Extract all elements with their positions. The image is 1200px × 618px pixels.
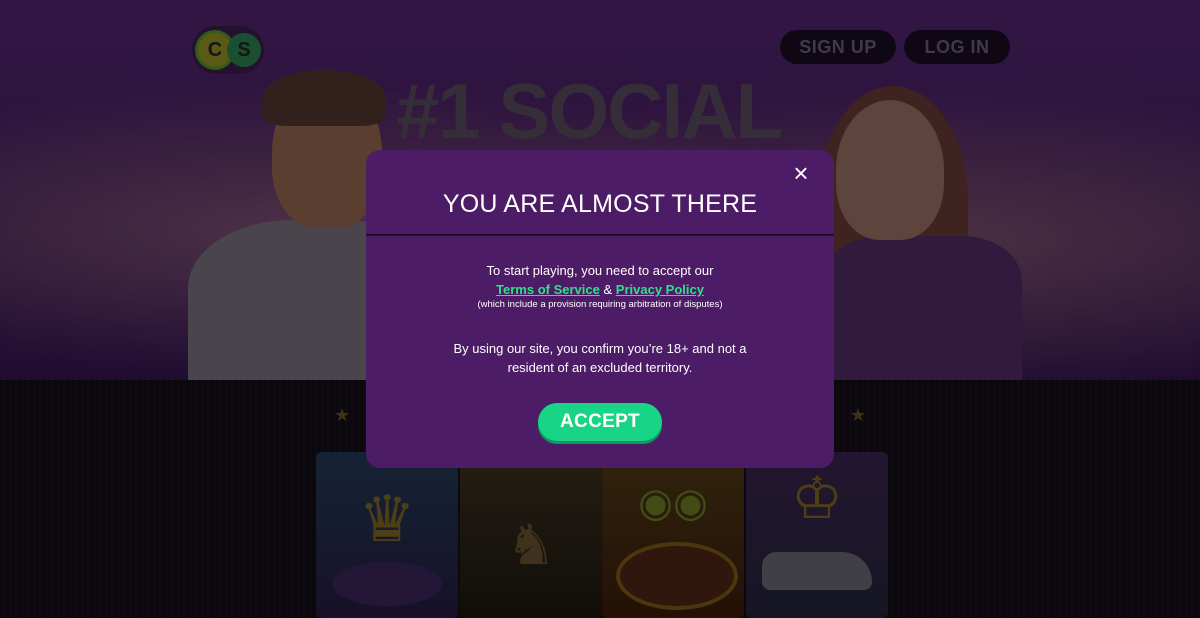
- modal-divider: [366, 234, 834, 236]
- privacy-policy-link[interactable]: Privacy Policy: [616, 282, 704, 297]
- ampersand-text: &: [603, 282, 613, 297]
- age-confirmation-text: By using our site, you confirm you’re 18…: [453, 341, 747, 375]
- terms-modal: × YOU ARE ALMOST THERE To start playing,…: [366, 150, 834, 468]
- arbitration-note: (which include a provision requiring arb…: [477, 299, 723, 310]
- terms-intro-text: To start playing, you need to accept our: [486, 263, 714, 278]
- close-icon[interactable]: ×: [790, 160, 812, 186]
- policy-links: Terms of Service & Privacy Policy: [366, 282, 834, 297]
- terms-of-service-link[interactable]: Terms of Service: [496, 282, 600, 297]
- accept-button[interactable]: ACCEPT: [538, 403, 662, 441]
- modal-title: YOU ARE ALMOST THERE: [442, 190, 758, 218]
